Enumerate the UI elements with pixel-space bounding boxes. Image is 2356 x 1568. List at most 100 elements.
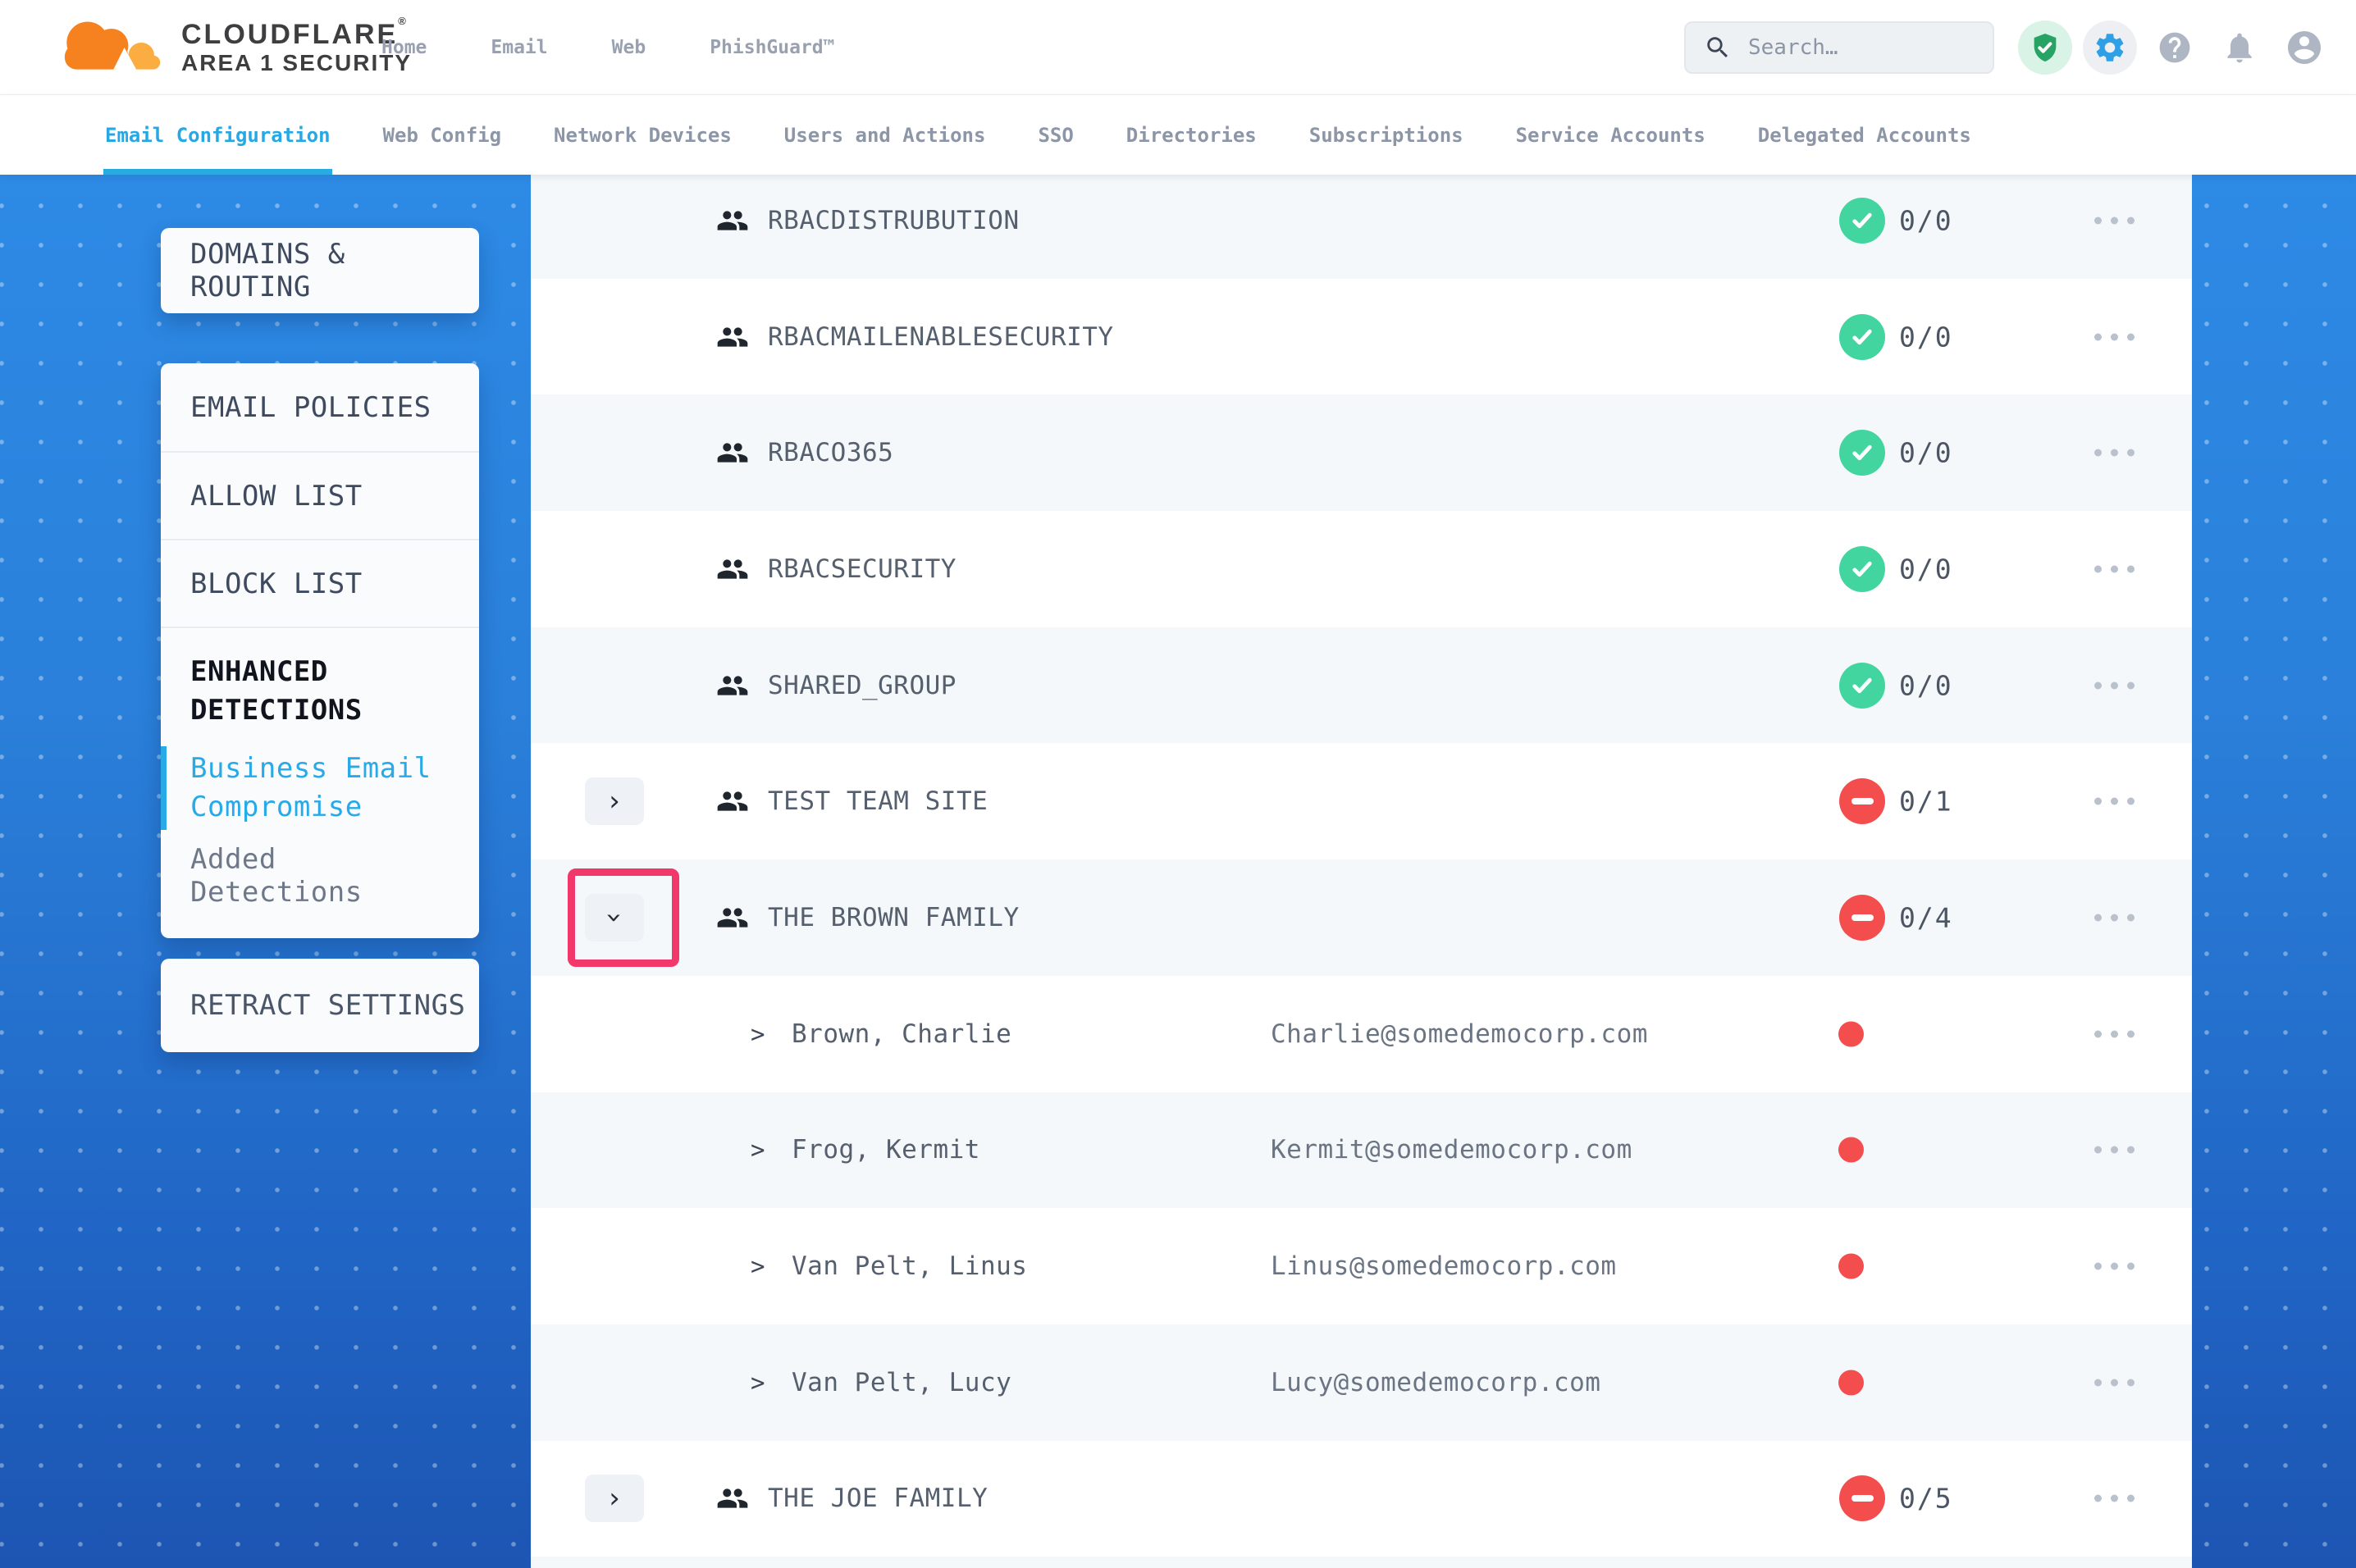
main-area: DOMAINS & ROUTING EMAIL POLICIESALLOW LI…: [0, 175, 2356, 1568]
row-menu-ellipsis[interactable]: [2075, 217, 2153, 224]
sidebar-item-added-detections[interactable]: Added Detections: [161, 836, 479, 938]
member-row-van-pelt-lucy: > Van Pelt, Lucy Lucy@somedemocorp.com: [531, 1324, 2192, 1441]
top-nav-item-email[interactable]: Email: [491, 37, 547, 58]
minus-icon: [1851, 1495, 1874, 1502]
row-menu-ellipsis[interactable]: [2075, 333, 2153, 340]
top-bar-right: [1684, 0, 2331, 94]
group-people-icon: [714, 552, 753, 586]
ellipsis-dot: [2094, 1379, 2102, 1386]
group-people-icon: [714, 320, 753, 354]
row-menu-ellipsis[interactable]: [2075, 914, 2153, 921]
ellipsis-dot: [2111, 681, 2118, 689]
row-menu-ellipsis[interactable]: [2075, 1146, 2153, 1154]
cloudflare-cloud-icon: [47, 15, 168, 80]
member-row-van-pelt-linus: > Van Pelt, Linus Linus@somedemocorp.com: [531, 1208, 2192, 1324]
member-email: Linus@somedemocorp.com: [1271, 1251, 1617, 1281]
expand-chevron-button[interactable]: ›: [585, 894, 644, 941]
group-name: RBACDISTRUBUTION: [768, 206, 1020, 235]
sidebar-item-allow-list[interactable]: ALLOW LIST: [161, 451, 479, 539]
top-nav-item-web[interactable]: Web: [612, 37, 646, 58]
ellipsis-dot: [2094, 798, 2102, 805]
group-name: RBACSECURITY: [768, 554, 957, 584]
sidebar-policies-card: EMAIL POLICIESALLOW LISTBLOCK LISTENHANC…: [161, 363, 479, 938]
chevron-right-icon: ›: [609, 787, 620, 815]
status-badge-ok: [1839, 198, 1885, 244]
search-box[interactable]: [1684, 21, 1994, 74]
status-badge-ok: [1839, 546, 1885, 592]
member-chevron-icon[interactable]: >: [751, 1136, 765, 1164]
expand-chevron-button[interactable]: ›: [585, 777, 644, 825]
ellipsis-dot: [2111, 449, 2118, 457]
ellipsis-dot: [2127, 565, 2135, 572]
member-name: Van Pelt, Lucy: [792, 1368, 1011, 1397]
row-menu-ellipsis[interactable]: [2075, 565, 2153, 572]
sidebar-item-block-list[interactable]: BLOCK LIST: [161, 539, 479, 627]
top-nav: Home Email Web PhishGuard™: [381, 0, 835, 94]
tab-email-configuration[interactable]: Email Configuration: [105, 95, 331, 175]
user-avatar-icon[interactable]: [2277, 21, 2331, 75]
row-menu-ellipsis[interactable]: [2075, 1263, 2153, 1270]
member-count: 0/0: [1899, 204, 1953, 236]
ellipsis-dot: [2127, 798, 2135, 805]
ellipsis-dot: [2094, 333, 2102, 340]
tab-sso[interactable]: SSO: [1038, 95, 1073, 175]
group-people-icon: [714, 784, 753, 818]
ellipsis-dot: [2111, 1030, 2118, 1037]
member-name: Van Pelt, Linus: [792, 1251, 1027, 1281]
ellipsis-dot: [2127, 1146, 2135, 1154]
ellipsis-dot: [2111, 565, 2118, 572]
tab-web-config[interactable]: Web Config: [383, 95, 502, 175]
row-menu-ellipsis[interactable]: [2075, 798, 2153, 805]
settings-gear-icon[interactable]: [2083, 21, 2137, 75]
row-menu-ellipsis[interactable]: [2075, 681, 2153, 689]
ellipsis-dot: [2127, 1379, 2135, 1386]
tab-users-and-actions[interactable]: Users and Actions: [784, 95, 986, 175]
notifications-bell-icon[interactable]: [2212, 21, 2267, 75]
ellipsis-dot: [2094, 1030, 2102, 1037]
tab-delegated-accounts[interactable]: Delegated Accounts: [1758, 95, 1971, 175]
member-chevron-icon[interactable]: >: [751, 1020, 765, 1048]
group-people-icon: [714, 900, 753, 935]
ellipsis-dot: [2094, 914, 2102, 921]
ellipsis-dot: [2127, 217, 2135, 224]
ellipsis-dot: [2111, 1379, 2118, 1386]
top-nav-item-home[interactable]: Home: [381, 37, 427, 58]
group-row-shared-group: SHARED_GROUP0/0: [531, 627, 2192, 744]
sidebar-item-retract-settings[interactable]: RETRACT SETTINGS: [161, 959, 479, 1052]
member-count: 0/0: [1899, 553, 1953, 585]
groups-table: RBACDISTRUBUTION0/0RBACMAILENABLESECURIT…: [531, 175, 2192, 1568]
member-chevron-icon[interactable]: >: [751, 1369, 765, 1397]
tab-network-devices[interactable]: Network Devices: [554, 95, 732, 175]
member-email: Lucy@somedemocorp.com: [1271, 1368, 1600, 1397]
row-menu-ellipsis[interactable]: [2075, 1030, 2153, 1037]
group-row-rbacdistrubution: RBACDISTRUBUTION 0/0: [531, 175, 2192, 279]
group-people-icon: [714, 435, 753, 470]
member-count: 0/0: [1899, 321, 1953, 353]
expand-chevron-button[interactable]: ›: [585, 1475, 644, 1522]
status-badge-blocked: [1839, 895, 1885, 941]
content-panel: RBACDISTRUBUTION0/0RBACMAILENABLESECURIT…: [531, 175, 2192, 1568]
tab-subscriptions[interactable]: Subscriptions: [1309, 95, 1463, 175]
sidebar-item-domains-routing[interactable]: DOMAINS & ROUTING: [161, 228, 479, 313]
security-shield-icon[interactable]: [2018, 21, 2072, 75]
top-nav-item-phishguard[interactable]: PhishGuard™: [710, 37, 834, 58]
ellipsis-dot: [2127, 1263, 2135, 1270]
sidebar-item-business-email-compromise[interactable]: Business Email Compromise: [161, 746, 479, 830]
row-menu-ellipsis[interactable]: [2075, 449, 2153, 457]
top-bar: CLOUDFLARE® AREA 1 SECURITY HomeEmailWeb…: [0, 0, 2356, 95]
search-input[interactable]: [1746, 34, 1975, 61]
status-dot-blocked: [1838, 1021, 1864, 1046]
tab-service-accounts[interactable]: Service Accounts: [1516, 95, 1705, 175]
row-menu-ellipsis[interactable]: [2075, 1495, 2153, 1502]
row-menu-ellipsis[interactable]: [2075, 1379, 2153, 1386]
member-name: Brown, Charlie: [792, 1019, 1011, 1049]
help-icon[interactable]: [2148, 21, 2202, 75]
tab-directories[interactable]: Directories: [1126, 95, 1257, 175]
status-badge-ok: [1839, 430, 1885, 476]
member-chevron-icon[interactable]: >: [751, 1252, 765, 1280]
sidebar-item-email-policies[interactable]: EMAIL POLICIES: [161, 363, 479, 451]
status-dot-blocked: [1838, 1370, 1864, 1395]
ellipsis-dot: [2111, 914, 2118, 921]
chevron-down-icon: ›: [600, 912, 628, 923]
search-icon: [1704, 34, 1732, 62]
